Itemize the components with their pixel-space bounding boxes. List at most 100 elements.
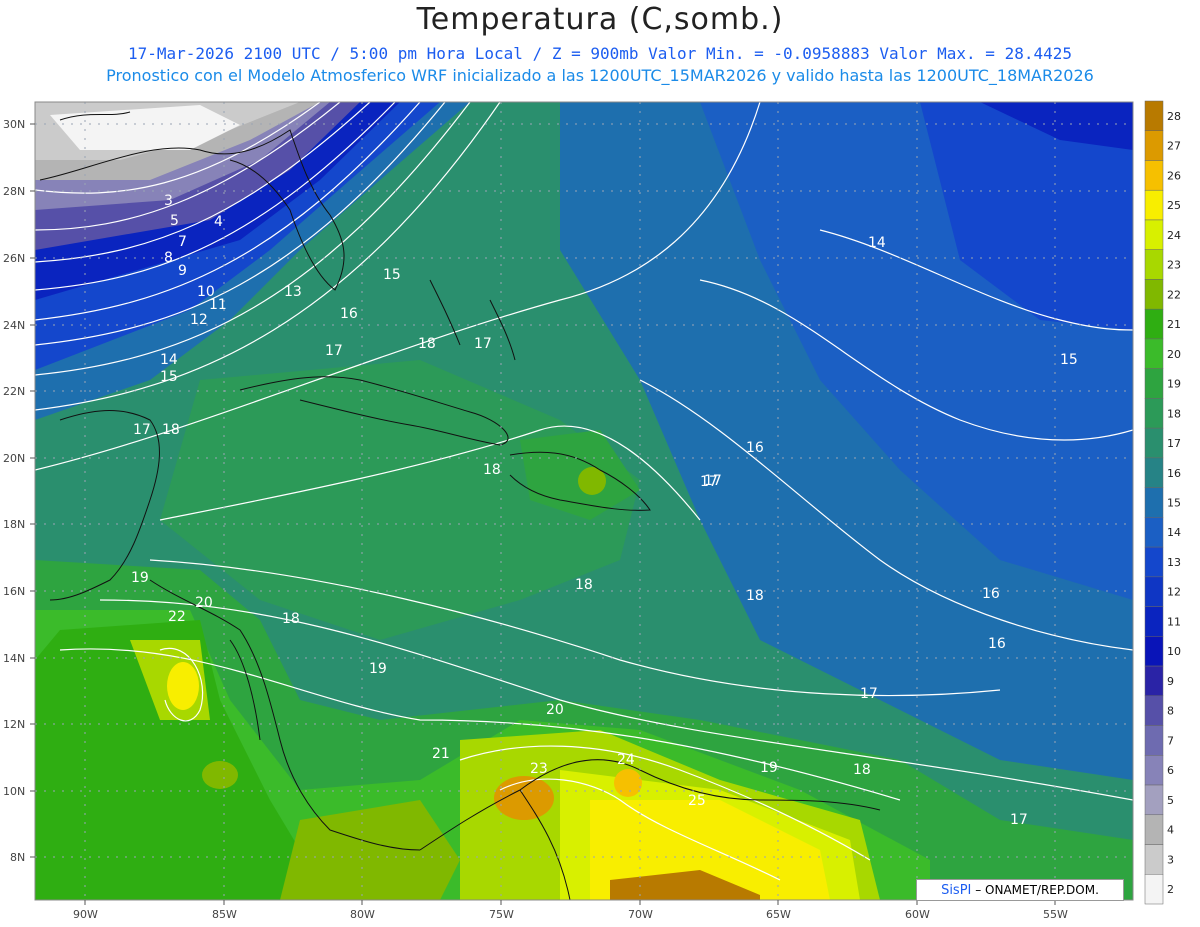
colorbar-swatch <box>1144 457 1164 488</box>
lon-label: 65W <box>766 908 791 921</box>
colorbar-label: 18 <box>1167 407 1181 420</box>
lat-label: 16N <box>3 585 25 598</box>
colorbar-swatch <box>1144 874 1164 905</box>
colorbar-swatch <box>1144 427 1164 459</box>
map-figure: 3 5 4 7 8 9 10 11 12 13 14 15 15 16 17 1… <box>3 100 1181 921</box>
contour-label: 22 <box>168 609 186 625</box>
colorbar-swatch <box>1144 398 1164 429</box>
colorbar-swatch <box>1144 725 1164 756</box>
contour-label: 16 <box>982 586 1000 602</box>
contour-label: 18 <box>418 336 436 352</box>
contour-label: 16 <box>340 306 358 322</box>
contour-label: 18 <box>575 577 593 593</box>
colorbar-label: 10 <box>1167 645 1181 658</box>
contour-label: 11 <box>209 297 227 313</box>
colorbar-swatch <box>1144 755 1164 786</box>
colorbar-label: 3 <box>1167 853 1174 866</box>
colorbar-swatch <box>1144 546 1164 578</box>
contour-label: 17 <box>860 686 878 702</box>
colorbar-label: 20 <box>1167 348 1181 361</box>
contour-label: 23 <box>530 761 548 777</box>
contour-label: 15 <box>160 369 178 385</box>
lon-label: 70W <box>628 908 653 921</box>
colorbar-label: 7 <box>1167 734 1174 747</box>
lat-label: 28N <box>3 185 25 198</box>
contour-label: 18 <box>853 762 871 778</box>
colorbar-swatch <box>1144 100 1164 131</box>
contour-label: 21 <box>432 746 450 762</box>
lon-label: 75W <box>489 908 514 921</box>
colorbar-legend: 2827262524232221201918171615141312111098… <box>1144 100 1181 905</box>
colorbar-label: 5 <box>1167 794 1174 807</box>
contour-label: 17 <box>700 474 718 490</box>
colorbar-swatch <box>1144 368 1164 399</box>
contour-label: 14 <box>868 235 886 251</box>
colorbar-label: 21 <box>1167 318 1181 331</box>
contour-label: 7 <box>178 234 187 250</box>
contour-label: 20 <box>195 595 213 611</box>
lon-label: 55W <box>1043 908 1068 921</box>
contour-label: 19 <box>760 760 778 776</box>
lat-label: 18N <box>3 518 25 531</box>
colorbar-swatch <box>1144 249 1164 280</box>
lat-label: 30N <box>3 118 25 131</box>
colorbar-label: 25 <box>1167 199 1181 212</box>
credit-box: SisPI – ONAMET/REP.DOM. <box>916 879 1124 901</box>
colorbar-label: 13 <box>1167 556 1181 569</box>
contour-label: 15 <box>383 267 401 283</box>
lat-label: 12N <box>3 718 25 731</box>
lat-label: 26N <box>3 252 25 265</box>
contour-label: 14 <box>160 352 178 368</box>
credit-text: – ONAMET/REP.DOM. <box>975 883 1099 897</box>
lon-label: 90W <box>73 908 98 921</box>
colorbar-swatch <box>1144 665 1164 697</box>
colorbar-swatch <box>1144 279 1164 310</box>
contour-label: 16 <box>746 440 764 456</box>
colorbar-label: 4 <box>1167 824 1174 837</box>
colorbar-swatch <box>1144 844 1164 875</box>
colorbar-swatch <box>1144 517 1164 548</box>
colorbar-swatch <box>1144 160 1164 191</box>
colorbar-swatch <box>1144 784 1164 816</box>
colorbar-swatch <box>1144 576 1164 607</box>
latitude-axis: 30N 28N 26N 24N 22N 20N 18N 16N 14N 12N … <box>3 118 35 864</box>
lat-label: 14N <box>3 652 25 665</box>
sispi-logo: SisPI <box>941 883 972 898</box>
colorbar-label: 2 <box>1167 883 1174 896</box>
colorbar-label: 6 <box>1167 764 1174 777</box>
contour-label: 24 <box>617 752 635 768</box>
contour-label: 18 <box>282 611 300 627</box>
contour-label: 12 <box>190 312 208 328</box>
contour-label: 18 <box>483 462 501 478</box>
lat-label: 10N <box>3 785 25 798</box>
colorbar-label: 15 <box>1167 497 1181 510</box>
colorbar-swatch <box>1144 814 1164 845</box>
colorbar-label: 11 <box>1167 615 1181 628</box>
colorbar-label: 8 <box>1167 705 1174 718</box>
colorbar-swatch <box>1144 130 1164 161</box>
contour-label: 18 <box>162 422 180 438</box>
lon-label: 85W <box>212 908 237 921</box>
colorbar-label: 28 <box>1167 110 1181 123</box>
lat-label: 20N <box>3 452 25 465</box>
colorbar-swatch <box>1144 219 1164 250</box>
contour-label: 17 <box>133 422 151 438</box>
contour-label: 13 <box>284 284 302 300</box>
colorbar-label: 14 <box>1167 526 1181 539</box>
colorbar-label: 12 <box>1167 586 1181 599</box>
contour-label: 4 <box>214 214 223 230</box>
contour-label: 3 <box>164 193 173 209</box>
colorbar-swatch <box>1144 695 1164 726</box>
colorbar-swatch <box>1144 338 1164 369</box>
contour-label: 15 <box>1060 352 1078 368</box>
colorbar-label: 23 <box>1167 259 1181 272</box>
contour-label: 5 <box>170 213 179 229</box>
colorbar-swatch <box>1144 189 1164 221</box>
colorbar-swatch <box>1144 606 1164 637</box>
temperature-field: 3 5 4 7 8 9 10 11 12 13 14 15 15 16 17 1… <box>35 102 1133 900</box>
contour-label: 17 <box>1010 812 1028 828</box>
lon-label: 80W <box>350 908 375 921</box>
contour-label: 18 <box>746 588 764 604</box>
contour-label: 8 <box>164 250 173 266</box>
contour-label: 25 <box>688 793 706 809</box>
